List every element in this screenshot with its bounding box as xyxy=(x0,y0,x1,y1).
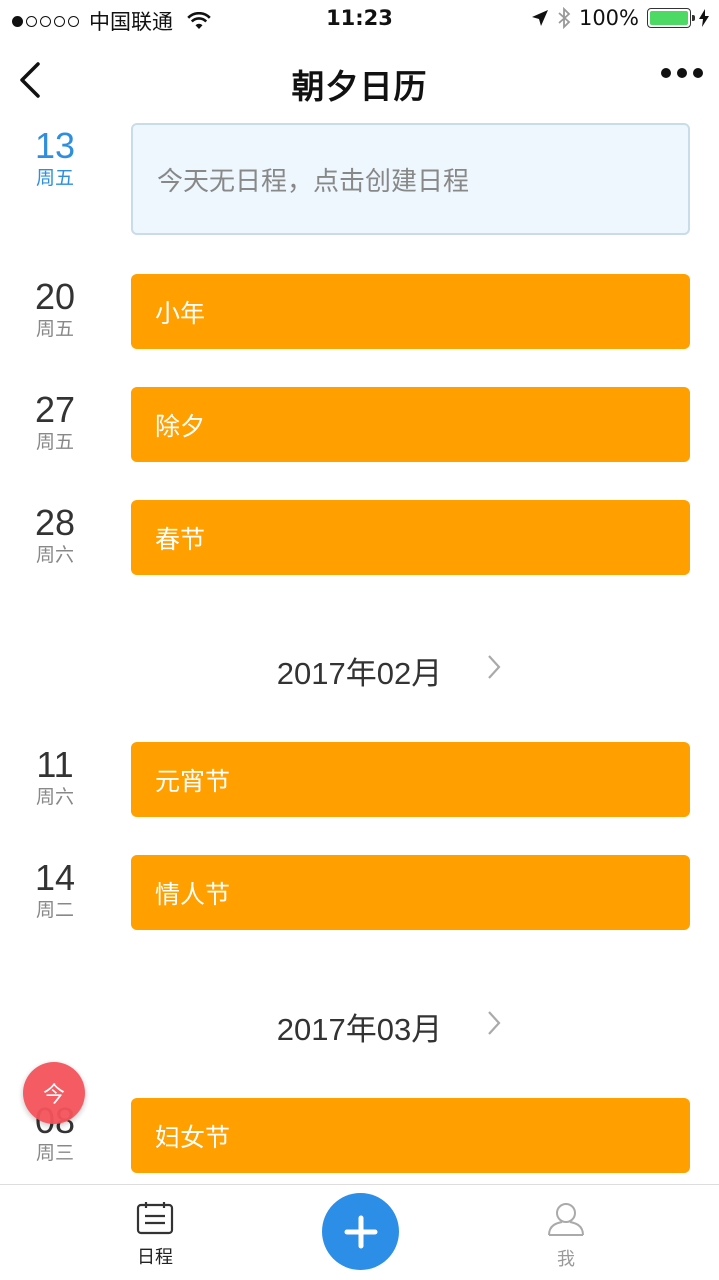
today-button[interactable]: 今 xyxy=(23,1062,85,1124)
weekday-label: 周五 xyxy=(35,431,74,453)
date-label: 28 周六 xyxy=(0,503,110,567)
weekday-label: 周三 xyxy=(35,1142,74,1164)
date-label: 14 周二 xyxy=(0,858,110,922)
tab-bar: 日程 我 xyxy=(0,1184,719,1280)
chevron-right-icon xyxy=(488,655,501,679)
date-label: 11 周六 xyxy=(0,745,110,809)
add-schedule-button[interactable] xyxy=(322,1193,399,1270)
tab-me[interactable]: 我 xyxy=(526,1201,606,1271)
event-card[interactable]: 除夕 xyxy=(131,387,690,462)
month-label: 2017年02月 xyxy=(276,656,443,691)
tab-label: 我 xyxy=(557,1249,575,1270)
bluetooth-icon xyxy=(558,7,571,29)
status-bar: 中国联通 11:23 100% xyxy=(0,0,719,40)
status-right: 100% xyxy=(531,6,709,30)
tab-schedule[interactable]: 日程 xyxy=(115,1201,195,1269)
tab-label: 日程 xyxy=(137,1247,173,1268)
battery-percent: 100% xyxy=(578,6,639,30)
schedule-list[interactable]: 13 周五 今天无日程，点击创建日程 20 周五 小年 27 周五 除夕 28 … xyxy=(0,122,719,1184)
month-label: 2017年03月 xyxy=(276,1012,443,1047)
date-label: 13 周五 xyxy=(0,126,110,190)
weekday-label: 周二 xyxy=(35,899,74,921)
event-card[interactable]: 春节 xyxy=(131,500,690,575)
weekday-label: 周五 xyxy=(35,318,74,340)
more-dots-icon xyxy=(661,68,671,78)
battery-icon xyxy=(647,8,695,28)
event-card[interactable]: 妇女节 xyxy=(131,1098,690,1173)
create-schedule-card[interactable]: 今天无日程，点击创建日程 xyxy=(131,123,690,235)
day-number: 27 xyxy=(34,389,76,430)
chevron-right-icon xyxy=(488,1011,501,1035)
page-title: 朝夕日历 xyxy=(291,67,428,106)
weekday-label: 周六 xyxy=(35,786,74,808)
weekday-label: 周五 xyxy=(35,167,74,189)
weekday-label: 周六 xyxy=(35,544,74,566)
charging-bolt-icon xyxy=(699,9,709,27)
day-number: 13 xyxy=(34,125,76,166)
day-number: 11 xyxy=(36,744,74,785)
day-number: 20 xyxy=(34,276,76,317)
date-label: 27 周五 xyxy=(0,390,110,454)
event-card[interactable]: 元宵节 xyxy=(131,742,690,817)
more-button[interactable] xyxy=(661,68,703,78)
month-header[interactable]: 2017年02月 xyxy=(0,648,719,693)
event-card[interactable]: 情人节 xyxy=(131,855,690,930)
user-icon xyxy=(548,1203,584,1236)
date-label: 20 周五 xyxy=(0,277,110,341)
nav-bar: 朝夕日历 xyxy=(0,40,719,122)
day-number: 28 xyxy=(34,502,76,543)
day-number: 14 xyxy=(34,857,76,898)
location-arrow-icon xyxy=(531,10,548,26)
event-card[interactable]: 小年 xyxy=(131,274,690,349)
month-header[interactable]: 2017年03月 xyxy=(0,1004,719,1049)
plus-icon xyxy=(344,1215,377,1248)
calendar-icon xyxy=(136,1202,174,1235)
